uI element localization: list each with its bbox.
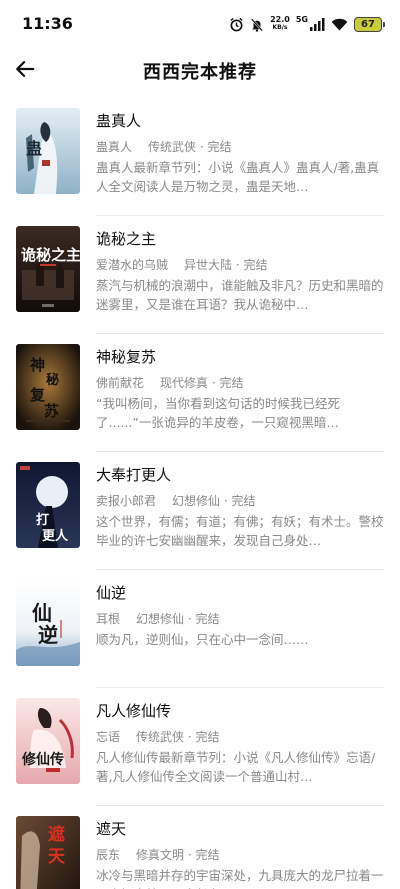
book-author: 蛊真人: [96, 140, 133, 154]
book-item[interactable]: 蛊 蛊真人 蛊真人 传统武侠 · 完结 蛊真人最新章节列：小说《蛊真人》蛊真人/…: [0, 98, 400, 216]
svg-text:仙: 仙: [32, 601, 52, 625]
status-time: 11:36: [22, 14, 73, 33]
battery-level: 67: [361, 18, 375, 30]
book-cover: 修仙传: [16, 698, 80, 784]
book-author: 耳根: [96, 612, 121, 626]
book-item[interactable]: 神 秘 复 苏 神秘复苏 佛前献花 现代修真 · 完结 “我叫杨间，当你看到这句…: [0, 334, 400, 452]
book-author: 辰东: [96, 848, 121, 862]
book-category: 幻想修仙 · 完结: [136, 612, 220, 626]
net-speed-unit: KB/s: [272, 24, 288, 31]
alarm-icon: [229, 17, 244, 32]
book-item[interactable]: 修仙传 凡人修仙传 忘语 传统武侠 · 完结 凡人修仙传最新章节列：小说《凡人修…: [0, 688, 400, 806]
book-meta: 蛊真人 传统武侠 · 完结: [96, 138, 231, 155]
book-author: 卖报小郎君: [96, 494, 157, 508]
book-description: 凡人修仙传最新章节列：小说《凡人修仙传》忘语/著,凡人修仙传全文阅读一个普通山村…: [96, 750, 376, 784]
book-category: 异世大陆 · 完结: [184, 258, 268, 272]
book-description: “我叫杨间，当你看到这句话的时候我已经死了......”一张诡异的羊皮卷，一只窥…: [96, 396, 340, 430]
book-list: 蛊 蛊真人 蛊真人 传统武侠 · 完结 蛊真人最新章节列：小说《蛊真人》蛊真人/…: [0, 98, 400, 889]
status-icons: 22.0 KB/s 5G 67: [229, 13, 385, 35]
svg-text:逆: 逆: [38, 623, 58, 647]
book-meta: 爱潜水的乌贼 异世大陆 · 完结: [96, 256, 267, 273]
book-cover: 诡秘之主: [16, 226, 80, 312]
book-title: 仙逆: [96, 584, 127, 602]
svg-text:天: 天: [48, 847, 66, 867]
book-item[interactable]: 仙 逆 仙逆 耳根 幻想修仙 · 完结 顺为凡，逆则仙，只在心中一念间……: [0, 570, 400, 688]
network-type: 5G: [295, 15, 308, 24]
svg-text:秘: 秘: [46, 372, 59, 388]
book-description: 蛊真人最新章节列：小说《蛊真人》蛊真人/著,蛊真人全文阅读人是万物之灵，蛊是天地…: [96, 160, 380, 194]
book-cover: 打 更人: [16, 462, 80, 548]
book-meta: 佛前献花 现代修真 · 完结: [96, 374, 243, 391]
book-category: 传统武侠 · 完结: [148, 140, 232, 154]
net-speed: 22.0 KB/s: [270, 16, 290, 32]
book-author: 爱潜水的乌贼: [96, 258, 169, 272]
svg-text:神: 神: [30, 356, 45, 374]
book-cover: 蛊: [16, 108, 80, 194]
status-bar: 11:36 22.0 KB/s 5G 67: [0, 0, 400, 48]
book-author: 忘语: [96, 730, 121, 744]
book-title: 神秘复苏: [96, 348, 157, 366]
book-cover: 遮 天: [16, 816, 80, 889]
book-title: 蛊真人: [96, 112, 142, 130]
book-description: 这个世界，有儒；有道；有佛；有妖；有术士。警校毕业的许七安幽幽醒来，发现自己身处…: [96, 514, 384, 548]
book-meta: 辰东 修真文明 · 完结: [96, 846, 219, 863]
header: 西西完本推荐: [0, 48, 400, 92]
book-author: 佛前献花: [96, 376, 145, 390]
mute-icon: [250, 17, 264, 32]
book-title: 诡秘之主: [96, 230, 157, 248]
book-description: 顺为凡，逆则仙，只在心中一念间……: [96, 632, 309, 647]
book-title: 凡人修仙传: [96, 702, 172, 720]
book-item[interactable]: 打 更人 大奉打更人 卖报小郎君 幻想修仙 · 完结 这个世界，有儒；有道；有佛…: [0, 452, 400, 570]
book-title: 遮天: [96, 820, 127, 838]
book-meta: 卖报小郎君 幻想修仙 · 完结: [96, 492, 255, 509]
book-meta: 耳根 幻想修仙 · 完结: [96, 610, 219, 627]
svg-text:打: 打: [36, 512, 49, 528]
wifi-icon: [331, 18, 348, 31]
svg-text:修仙传: 修仙传: [21, 751, 64, 768]
book-cover: 仙 逆: [16, 580, 80, 666]
svg-text:蛊: 蛊: [26, 139, 42, 158]
battery-icon: 67: [354, 16, 385, 32]
book-title: 大奉打更人: [96, 466, 172, 484]
svg-text:诡秘之主: 诡秘之主: [21, 246, 80, 264]
book-category: 现代修真 · 完结: [160, 376, 244, 390]
signal-icon: [310, 17, 325, 31]
book-category: 修真文明 · 完结: [136, 848, 220, 862]
book-category: 传统武侠 · 完结: [136, 730, 220, 744]
svg-text:苏: 苏: [44, 402, 59, 420]
page-title: 西西完本推荐: [143, 62, 257, 83]
book-description: 冰冷与黑暗并存的宇宙深处，九具庞大的龙尸拉着一口青铜古棺，亘古长存…: [96, 868, 384, 889]
book-meta: 忘语 传统武侠 · 完结: [96, 728, 219, 745]
book-item[interactable]: 遮 天 遮天 辰东 修真文明 · 完结 冰冷与黑暗并存的宇宙深处，九具庞大的龙尸…: [0, 806, 400, 889]
book-item[interactable]: 诡秘之主 诡秘之主 爱潜水的乌贼 异世大陆 · 完结 蒸汽与机械的浪潮中，谁能触…: [0, 216, 400, 334]
net-speed-value: 22.0: [270, 15, 290, 24]
book-cover: 神 秘 复 苏: [16, 344, 80, 430]
book-category: 幻想修仙 · 完结: [172, 494, 256, 508]
svg-text:遮: 遮: [48, 824, 65, 845]
book-description: 蒸汽与机械的浪潮中，谁能触及非凡？历史和黑暗的迷雾里，又是谁在耳语？我从诡秘中…: [96, 278, 384, 312]
svg-text:更人: 更人: [42, 528, 69, 544]
